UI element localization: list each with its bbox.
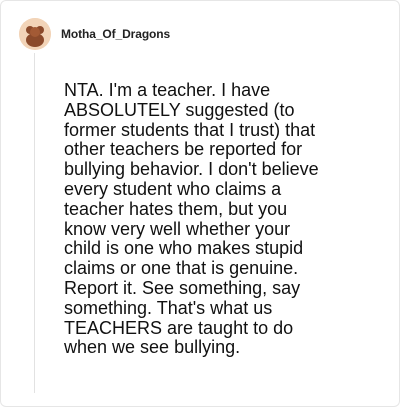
comment-header: Motha_Of_Dragons [19, 16, 170, 52]
avatar[interactable] [19, 18, 51, 50]
username[interactable]: Motha_Of_Dragons [61, 27, 170, 41]
comment-text: NTA. I'm a teacher. I have ABSOLUTELY su… [64, 80, 319, 358]
comment-card: Motha_Of_Dragons NTA. I'm a teacher. I h… [0, 0, 400, 407]
avatar-icon [19, 18, 51, 50]
thread-line [34, 53, 35, 393]
